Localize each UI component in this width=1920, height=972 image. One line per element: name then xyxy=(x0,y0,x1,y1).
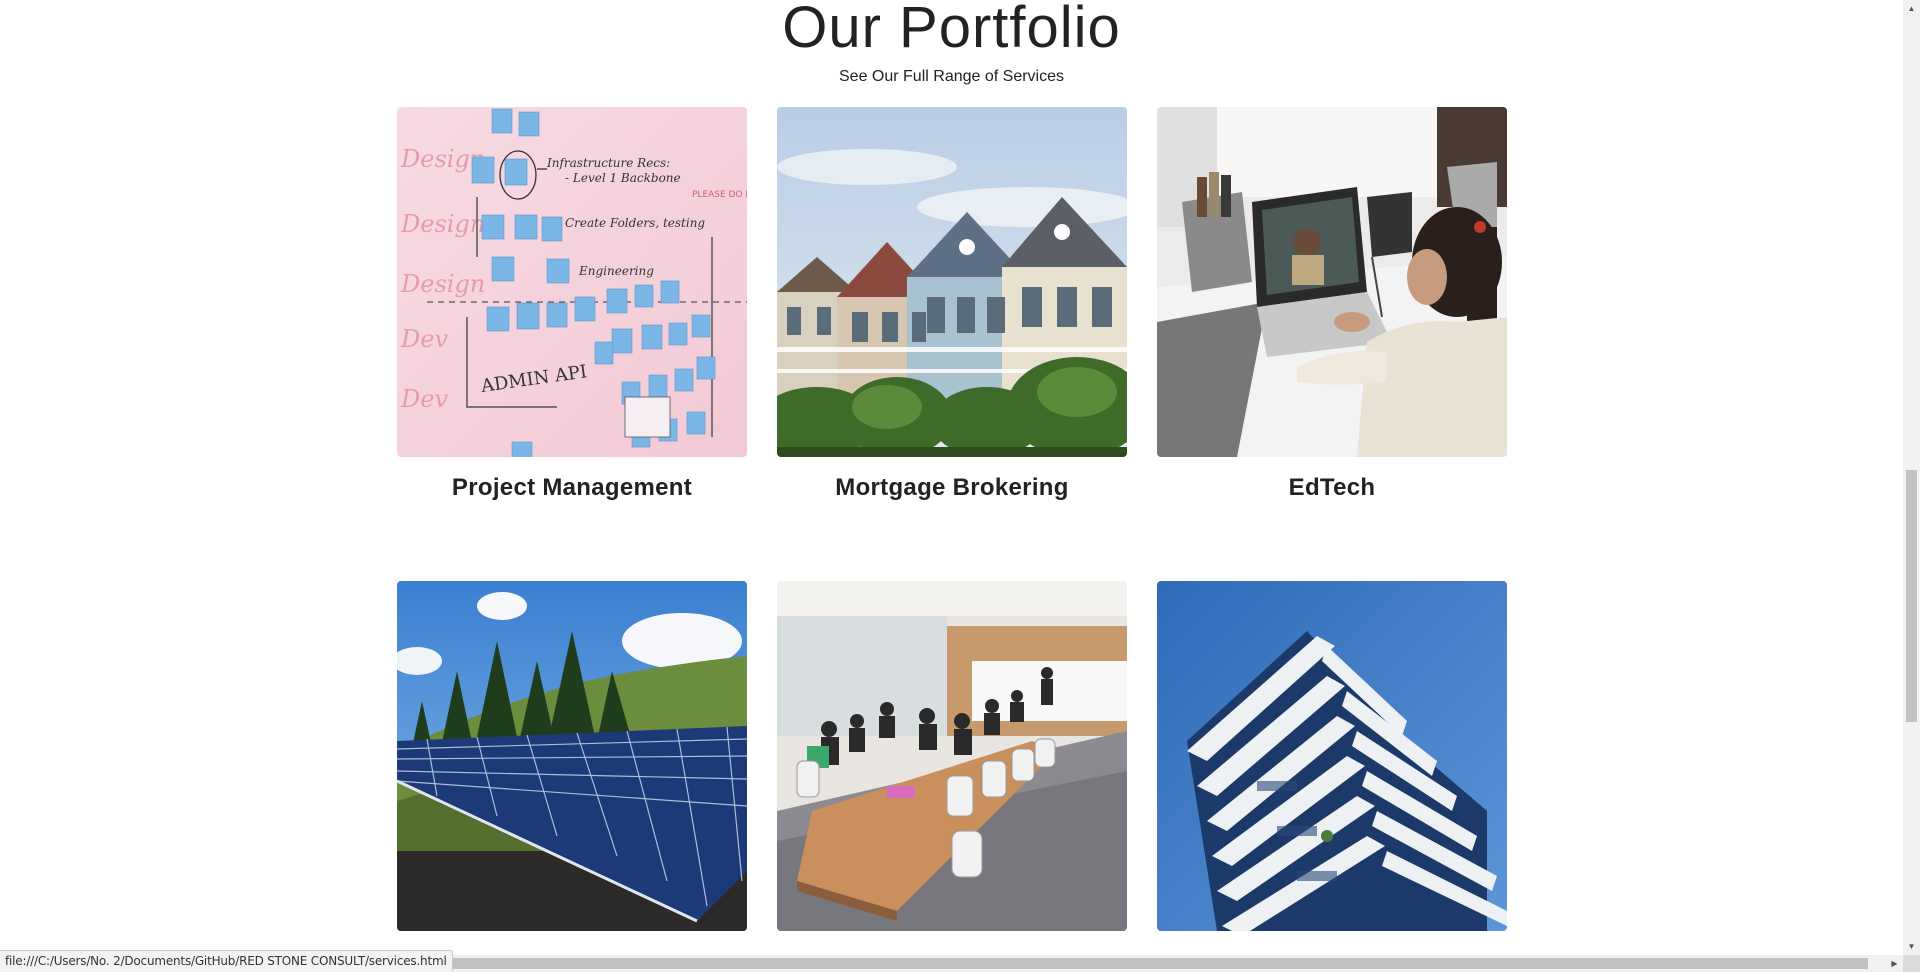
houses-image[interactable] xyxy=(777,107,1127,457)
svg-text:Create Folders, testing: Create Folders, testing xyxy=(565,216,705,230)
svg-text:- Level 1 Backbone: - Level 1 Backbone xyxy=(565,171,681,185)
svg-text:Infrastructure Recs:: Infrastructure Recs: xyxy=(546,156,670,170)
section-title: Our Portfolio xyxy=(782,0,1121,60)
solar-panels-image[interactable] xyxy=(397,581,747,931)
svg-text:Engineering: Engineering xyxy=(578,264,654,278)
svg-text:Dev: Dev xyxy=(400,385,448,413)
portfolio-card-mortgage-brokering[interactable]: Mortgage Brokering xyxy=(777,107,1127,502)
scroll-up-arrow-icon[interactable]: ▲ xyxy=(1903,0,1920,17)
scroll-right-arrow-icon[interactable]: ▶ xyxy=(1886,955,1903,972)
vertical-scrollbar[interactable]: ▲ ▼ xyxy=(1903,0,1920,955)
link-status-bar: file:///C:/Users/No. 2/Documents/GitHub/… xyxy=(0,950,453,971)
svg-text:Design: Design xyxy=(400,210,485,238)
portfolio-card-edtech[interactable]: EdTech xyxy=(1157,107,1507,502)
portfolio-card-project-management[interactable]: Design Design Design Dev Dev Infrastruct… xyxy=(397,107,747,502)
portfolio-card-solar[interactable] xyxy=(397,581,747,948)
card-label[interactable]: EdTech xyxy=(1157,474,1507,502)
section-subtitle: See Our Full Range of Services xyxy=(839,68,1064,85)
svg-text:PLEASE DO NOT ERASE: PLEASE DO NOT ERASE xyxy=(692,190,747,200)
student-laptop-image[interactable] xyxy=(1157,107,1507,457)
vertical-scroll-thumb[interactable] xyxy=(1906,470,1917,722)
conference-room-image[interactable] xyxy=(777,581,1127,931)
browser-viewport: Our Portfolio See Our Full Range of Serv… xyxy=(0,0,1920,972)
whiteboard-image[interactable]: Design Design Design Dev Dev Infrastruct… xyxy=(397,107,747,457)
portfolio-card-conference[interactable] xyxy=(777,581,1127,948)
services-page: Our Portfolio See Our Full Range of Serv… xyxy=(0,0,1903,955)
card-label[interactable]: Project Management xyxy=(397,474,747,502)
scrollbar-corner xyxy=(1903,955,1920,972)
scroll-down-arrow-icon[interactable]: ▼ xyxy=(1903,938,1920,955)
building-image[interactable] xyxy=(1157,581,1507,931)
svg-text:Design: Design xyxy=(400,270,485,298)
card-label[interactable]: Mortgage Brokering xyxy=(777,474,1127,502)
portfolio-card-building[interactable] xyxy=(1157,581,1507,948)
svg-text:Dev: Dev xyxy=(400,325,448,353)
